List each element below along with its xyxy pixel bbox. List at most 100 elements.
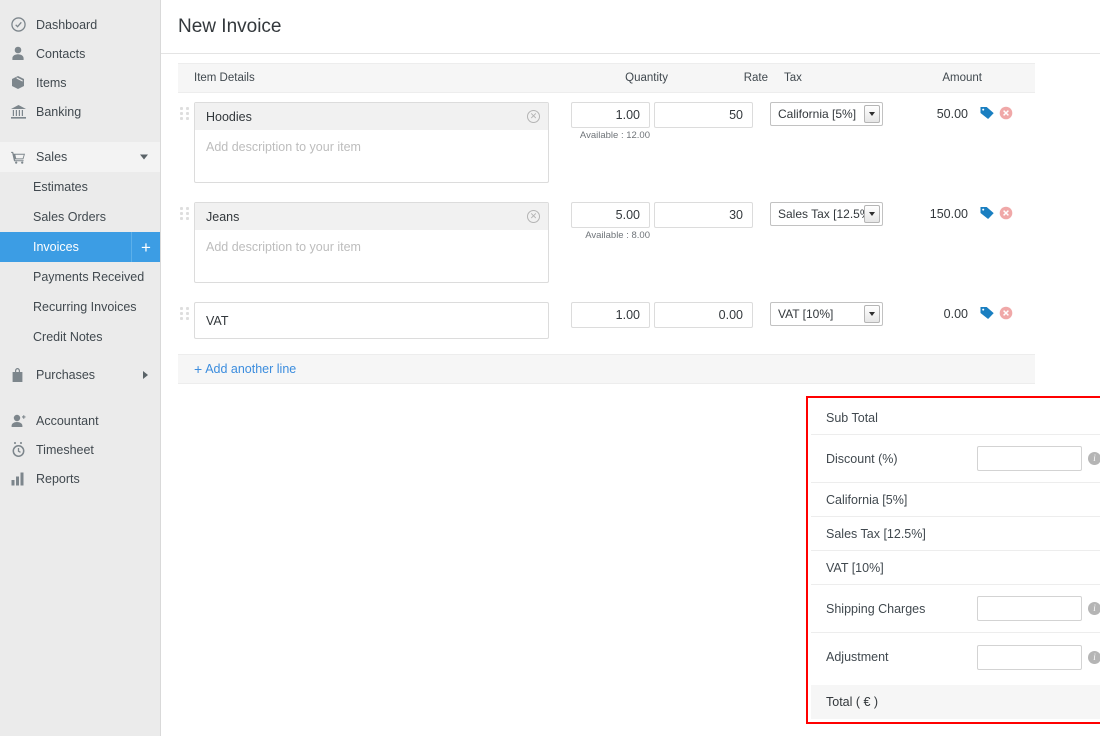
page-header: New Invoice — [161, 0, 1100, 54]
quantity-input[interactable]: 5.00 — [571, 202, 650, 228]
rate-cell: 0.00 — [654, 302, 754, 328]
page-title: New Invoice — [178, 16, 282, 38]
sidebar-item-banking[interactable]: Banking — [0, 97, 160, 126]
add-another-line-button[interactable]: + Add another line — [178, 354, 1035, 384]
sidebar-item-items[interactable]: Items — [0, 68, 160, 97]
tag-icon[interactable] — [980, 306, 995, 325]
sidebar-section-purchases[interactable]: Purchases — [0, 360, 160, 390]
add-another-line-label: Add another line — [205, 362, 296, 376]
item-name-value: Jeans — [206, 210, 527, 224]
rate-input[interactable]: 0.00 — [654, 302, 753, 328]
delete-icon[interactable] — [999, 106, 1013, 125]
item-name-field[interactable]: VAT — [194, 302, 549, 339]
table-row: Hoodies✕Add description to your item1.00… — [178, 93, 1035, 193]
sidebar-item-label: Dashboard — [31, 18, 97, 32]
sidebar-item-invoices[interactable]: Invoices + — [0, 232, 160, 262]
sidebar-item-label: Reports — [31, 472, 80, 486]
table-body: Hoodies✕Add description to your item1.00… — [178, 93, 1035, 345]
tax-select-value: Sales Tax [12.5% — [778, 207, 866, 221]
invoice-content: Item Details Quantity Rate Tax Amount Ho… — [161, 63, 1100, 384]
sidebar-item-label: Invoices — [33, 240, 79, 254]
totals-row: Sales Tax [12.5%]18.75 — [811, 517, 1100, 551]
table-row: VAT 1.00 0.00 VAT [10%] 0.00 — [178, 293, 1035, 345]
item-description-input[interactable]: Add description to your item — [195, 230, 548, 282]
rate-cell: 50 — [654, 102, 754, 128]
drag-handle-icon[interactable] — [180, 107, 189, 121]
tag-icon[interactable] — [980, 206, 995, 225]
sidebar-item-credit-notes[interactable]: Credit Notes — [0, 322, 160, 352]
chevron-down-icon[interactable] — [864, 305, 880, 323]
totals-row-input[interactable] — [977, 446, 1082, 471]
sidebar-section-purchases-label: Purchases — [31, 368, 95, 382]
sidebar-divider-2 — [0, 390, 160, 406]
sidebar-item-estimates[interactable]: Estimates — [0, 172, 160, 202]
tax-select[interactable]: Sales Tax [12.5% — [770, 202, 883, 226]
col-tax: Tax — [768, 72, 886, 84]
delete-icon[interactable] — [999, 306, 1013, 325]
item-description-input[interactable]: Add description to your item — [195, 130, 548, 182]
bag-icon — [11, 367, 31, 383]
tax-select-value: VAT [10%] — [778, 307, 833, 321]
available-stock-label: Available : 8.00 — [549, 230, 650, 241]
drag-handle-icon[interactable] — [180, 207, 189, 221]
item-name-field[interactable]: Hoodies✕ — [195, 103, 548, 130]
quantity-input[interactable]: 1.00 — [571, 302, 650, 328]
sidebar-item-label: Recurring Invoices — [33, 300, 137, 314]
chevron-down-icon[interactable] — [864, 205, 880, 223]
rate-value: 0.00 — [719, 308, 743, 322]
sidebar-item-accountant[interactable]: Accountant — [0, 406, 160, 435]
tax-cell: VAT [10%] — [754, 302, 872, 326]
quantity-value: 1.00 — [616, 108, 640, 122]
rate-value: 50 — [729, 108, 743, 122]
sidebar-item-dashboard[interactable]: Dashboard — [0, 10, 160, 39]
drag-handle-icon[interactable] — [180, 307, 189, 321]
info-icon[interactable]: i — [1088, 602, 1100, 615]
item-details-cell: Hoodies✕Add description to your item — [194, 102, 549, 183]
delete-icon[interactable] — [999, 206, 1013, 225]
sidebar-section-sales[interactable]: Sales — [0, 142, 160, 172]
sidebar-item-reports[interactable]: Reports — [0, 464, 160, 493]
new-invoice-plus-button[interactable]: + — [131, 232, 160, 262]
col-item-details: Item Details — [178, 72, 563, 84]
quantity-input[interactable]: 1.00 — [571, 102, 650, 128]
tax-cell: Sales Tax [12.5% — [754, 202, 872, 226]
quantity-cell: 1.00 Available : 12.00 — [549, 102, 654, 141]
totals-row-input[interactable] — [977, 596, 1082, 621]
sidebar-item-sales-orders[interactable]: Sales Orders — [0, 202, 160, 232]
chevron-right-icon[interactable] — [143, 371, 148, 379]
quantity-cell: 1.00 — [549, 302, 654, 330]
info-icon[interactable]: i — [1088, 651, 1100, 664]
amount-value: 0.00 — [872, 302, 977, 321]
row-actions — [977, 302, 1023, 325]
info-icon[interactable]: i — [1088, 452, 1100, 465]
dashboard-icon — [11, 17, 31, 33]
sidebar-item-contacts[interactable]: Contacts — [0, 39, 160, 68]
sidebar-item-label: Banking — [31, 105, 81, 119]
chevron-down-icon[interactable] — [140, 155, 148, 160]
available-stock-label: Available : 12.00 — [549, 130, 650, 141]
sidebar-sales-children: Estimates Sales Orders Invoices +Payments R… — [0, 172, 160, 352]
item-name-field[interactable]: Jeans✕ — [195, 203, 548, 230]
totals-row-label: Sub Total — [826, 411, 1100, 425]
tax-select-value: California [5%] — [778, 107, 856, 121]
chevron-down-icon[interactable] — [864, 105, 880, 123]
clear-icon[interactable]: ✕ — [527, 210, 540, 223]
item-details-cell: Jeans✕Add description to your item — [194, 202, 549, 283]
rate-value: 30 — [729, 208, 743, 222]
sidebar-section-sales-label: Sales — [31, 150, 67, 164]
col-quantity: Quantity — [563, 72, 668, 84]
clear-icon[interactable]: ✕ — [527, 110, 540, 123]
totals-row-input[interactable] — [977, 645, 1082, 670]
sidebar-item-label: Estimates — [33, 180, 88, 194]
row-actions — [977, 202, 1023, 225]
sidebar-item-recurring-invoices[interactable]: Recurring Invoices — [0, 292, 160, 322]
tax-select[interactable]: California [5%] — [770, 102, 883, 126]
tax-select[interactable]: VAT [10%] — [770, 302, 883, 326]
main-content: New Invoice Item Details Quantity Rate T… — [161, 0, 1100, 736]
rate-input[interactable]: 30 — [654, 202, 753, 228]
tag-icon[interactable] — [980, 106, 995, 125]
rate-input[interactable]: 50 — [654, 102, 753, 128]
sidebar-item-payments-received[interactable]: Payments Received — [0, 262, 160, 292]
sidebar-item-timesheet[interactable]: Timesheet — [0, 435, 160, 464]
sidebar-item-label: Sales Orders — [33, 210, 106, 224]
